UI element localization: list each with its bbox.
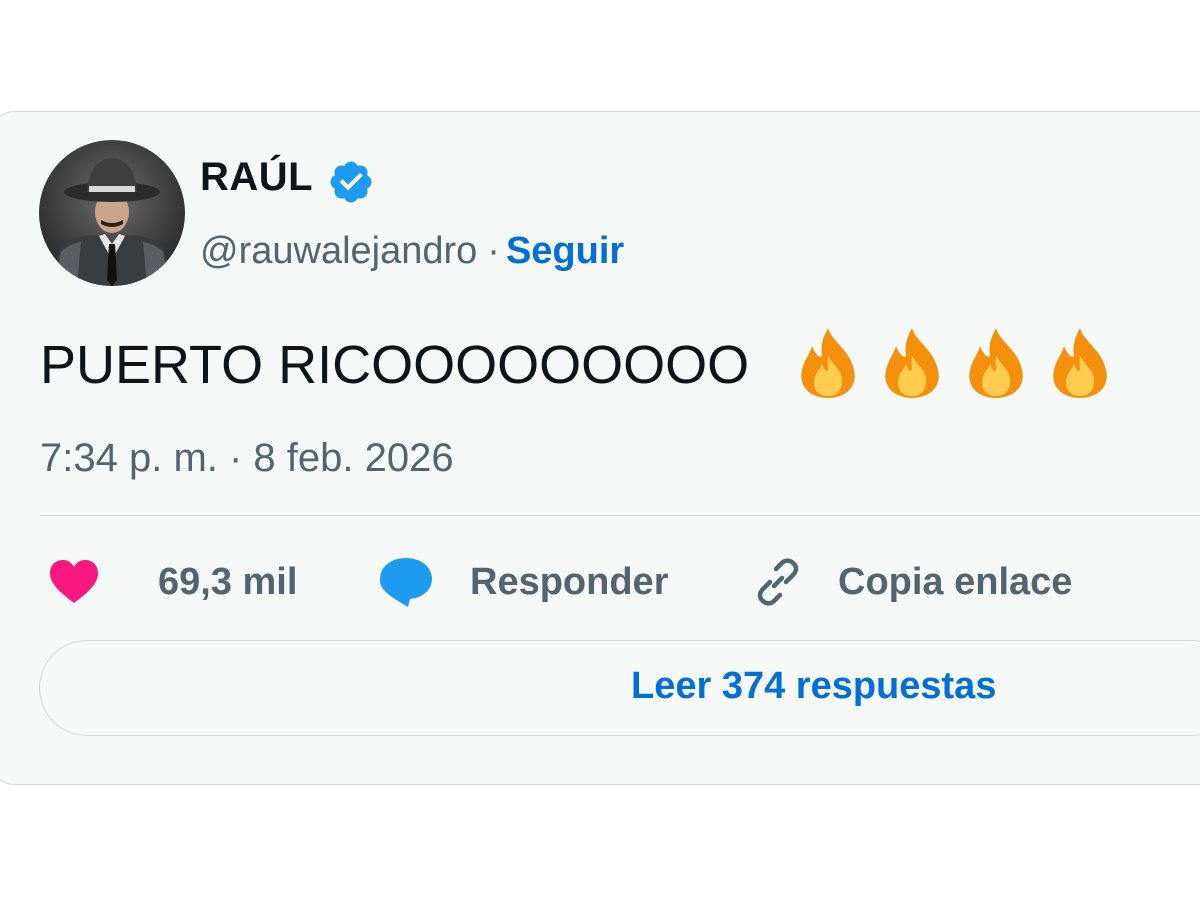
- reply-label: Responder: [470, 560, 669, 603]
- avatar-image: [39, 140, 185, 286]
- author-handle[interactable]: @rauwalejandro: [200, 230, 477, 272]
- fire-emoji: [801, 328, 855, 398]
- verified-badge-icon: [330, 161, 372, 203]
- reply-button[interactable]: Responder: [378, 552, 668, 612]
- copy-link-button[interactable]: Copia enlace: [752, 552, 1072, 612]
- like-count: 69,3 mil: [158, 560, 298, 603]
- tweet-text: PUERTO RICOOOOOOOOO: [40, 335, 750, 395]
- separator-dot: ·: [487, 230, 500, 272]
- heart-icon: [50, 560, 98, 603]
- fire-emoji: [969, 328, 1023, 398]
- speech-bubble-icon: [380, 558, 432, 607]
- copy-link-label: Copia enlace: [838, 560, 1073, 603]
- fire-emoji: [885, 328, 939, 398]
- follow-link[interactable]: Seguir: [506, 230, 624, 272]
- fire-emoji: [1053, 328, 1107, 398]
- link-icon: [757, 558, 799, 606]
- author-display-name[interactable]: RAÚL: [200, 155, 313, 200]
- fire-emoji-group: [792, 326, 1116, 400]
- author-avatar[interactable]: [39, 140, 185, 286]
- like-button[interactable]: 69,3 mil: [48, 552, 297, 612]
- tweet-timestamp[interactable]: 7:34 p. m. · 8 feb. 2026: [40, 433, 454, 483]
- read-replies-button[interactable]: Leer 374 respuestas: [39, 640, 1200, 736]
- divider: [40, 515, 1200, 516]
- read-replies-label: Leer 374 respuestas: [631, 665, 997, 707]
- author-handle-row: @rauwalejandro · Seguir: [200, 228, 624, 274]
